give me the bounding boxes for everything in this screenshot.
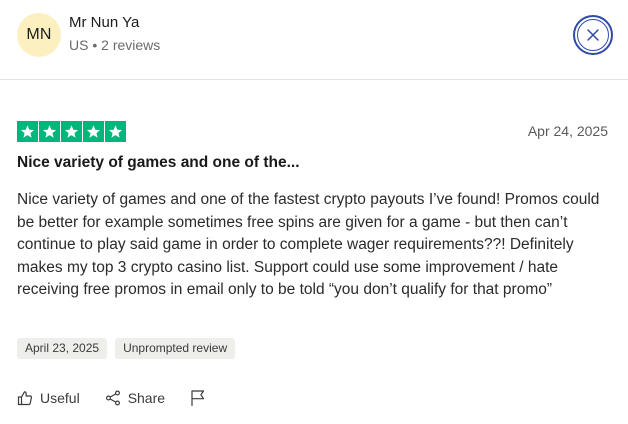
useful-button[interactable]: Useful: [17, 390, 80, 406]
reviewer-name[interactable]: Mr Nun Ya: [69, 14, 139, 31]
star-icon: [17, 121, 38, 142]
star-icon: [61, 121, 82, 142]
flag-icon: [190, 389, 206, 407]
star-icon: [105, 121, 126, 142]
close-icon: [587, 29, 599, 41]
report-button[interactable]: [190, 389, 206, 407]
avatar[interactable]: MN: [17, 13, 61, 57]
close-button-ring: [577, 19, 609, 51]
useful-label: Useful: [40, 390, 80, 406]
share-button[interactable]: Share: [105, 390, 165, 406]
share-icon: [105, 390, 121, 406]
close-button[interactable]: [573, 15, 613, 55]
share-label: Share: [127, 390, 166, 406]
review-tags: April 23, 2025 Unprompted review: [17, 338, 236, 359]
review-actions: Useful Share: [17, 389, 231, 407]
review-body: Nice variety of games and one of the fas…: [17, 191, 600, 298]
star-rating: [17, 121, 126, 142]
review-type-badge[interactable]: Unprompted review: [115, 338, 236, 359]
reviewer-header: MN Mr Nun Ya US • 2 reviews: [0, 0, 628, 80]
thumbs-up-icon: [17, 390, 33, 406]
review-title[interactable]: Nice variety of games and one of the...: [17, 154, 300, 172]
reviewer-meta: US • 2 reviews: [69, 37, 160, 53]
reviewer-review-count: 2 reviews: [101, 37, 161, 53]
review-date: Apr 24, 2025: [527, 123, 608, 139]
avatar-initials: MN: [26, 26, 52, 43]
star-icon: [83, 121, 104, 142]
star-icon: [39, 121, 60, 142]
reviewer-country: US: [69, 37, 89, 53]
meta-separator: •: [92, 37, 102, 53]
experience-date-badge: April 23, 2025: [17, 338, 108, 359]
